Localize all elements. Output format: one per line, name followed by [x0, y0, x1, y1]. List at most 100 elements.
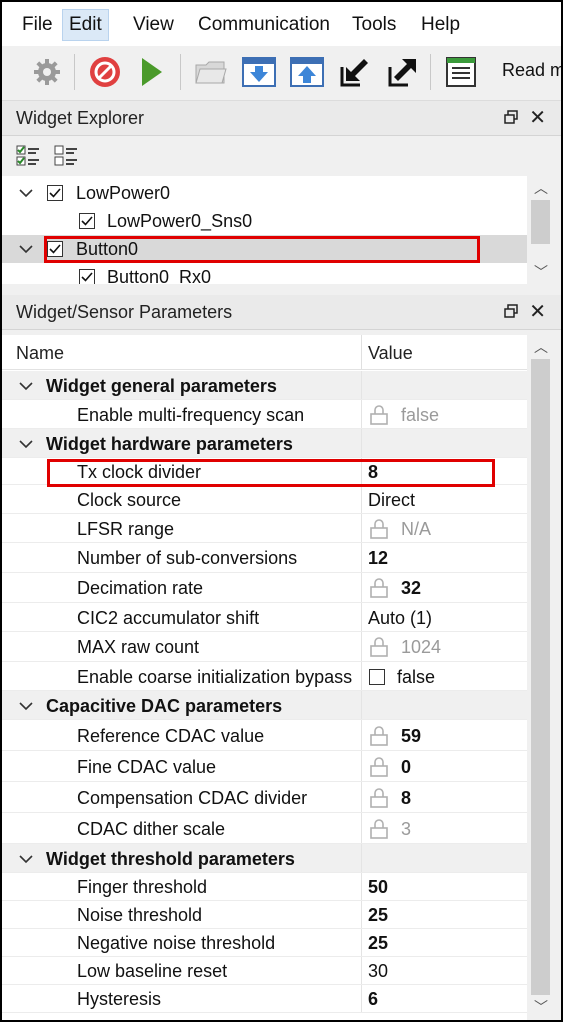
- column-name-header[interactable]: Name: [16, 343, 64, 364]
- checkbox[interactable]: [369, 669, 385, 685]
- widget-explorer-toolbar: [2, 136, 561, 176]
- open-button[interactable]: [190, 52, 232, 92]
- param-value[interactable]: 0: [401, 757, 411, 778]
- param-value[interactable]: Auto (1): [368, 608, 432, 629]
- import-button[interactable]: [334, 52, 376, 92]
- param-row[interactable]: Enable coarse initialization bypass false: [2, 662, 527, 691]
- download-button[interactable]: [238, 52, 280, 92]
- column-value-header[interactable]: Value: [368, 343, 413, 364]
- param-value[interactable]: Direct: [368, 490, 415, 511]
- param-row[interactable]: Number of sub-conversions 12: [2, 543, 527, 573]
- tree-item-lowpower0[interactable]: LowPower0: [2, 179, 527, 207]
- param-row[interactable]: Low baseline reset 30: [2, 957, 527, 985]
- scroll-up-icon[interactable]: ︿: [531, 178, 551, 198]
- param-row[interactable]: Tx clock divider 8: [2, 458, 527, 485]
- param-row[interactable]: Negative noise threshold 25: [2, 929, 527, 957]
- chevron-down-icon[interactable]: [18, 436, 34, 452]
- checkbox[interactable]: [79, 269, 95, 284]
- param-value[interactable]: false: [397, 667, 435, 688]
- param-row[interactable]: MAX raw count 1024: [2, 632, 527, 662]
- float-icon[interactable]: [504, 110, 518, 124]
- tree-item-button0-rx0[interactable]: Button0_Rx0: [2, 263, 527, 284]
- param-value[interactable]: 25: [368, 933, 388, 954]
- param-group-row[interactable]: Widget threshold parameters: [2, 844, 527, 873]
- check-all-icon[interactable]: [16, 144, 40, 168]
- param-row[interactable]: Enable multi-frequency scan false: [2, 400, 527, 429]
- tree-item-label: LowPower0: [76, 183, 171, 203]
- chevron-down-icon[interactable]: [18, 851, 34, 867]
- menu-help[interactable]: Help: [415, 10, 466, 40]
- params-header: Widget/Sensor Parameters ✕: [2, 295, 561, 330]
- toolbar-read-label[interactable]: Read m: [502, 60, 561, 81]
- stop-button[interactable]: [84, 52, 126, 92]
- param-row[interactable]: Clock source Direct: [2, 485, 527, 514]
- chevron-down-icon[interactable]: [18, 378, 34, 394]
- chevron-down-icon[interactable]: [18, 185, 34, 201]
- param-name: Enable coarse initialization bypass: [77, 667, 353, 687]
- gear-icon: [34, 59, 60, 85]
- tree-item-label: Button0_Rx0: [107, 267, 212, 284]
- chevron-down-icon[interactable]: [18, 698, 34, 714]
- float-icon[interactable]: [504, 304, 518, 318]
- close-icon[interactable]: ✕: [529, 105, 546, 130]
- param-row[interactable]: Compensation CDAC divider 8: [2, 782, 527, 813]
- params-column-header: Name Value: [2, 335, 527, 370]
- checkbox[interactable]: [79, 213, 95, 229]
- param-name: Number of sub-conversions: [77, 548, 298, 568]
- menu-communication[interactable]: Communication: [192, 10, 336, 40]
- widget-tree-scrollbar[interactable]: ︿ ﹀: [527, 176, 554, 284]
- import-arrow-icon: [340, 59, 368, 87]
- params-table: Widget general parameters Enable multi-fr…: [2, 370, 527, 1020]
- uncheck-all-icon[interactable]: [54, 144, 78, 168]
- param-group-label: Widget hardware parameters: [46, 434, 293, 454]
- param-row[interactable]: CIC2 accumulator shift Auto (1): [2, 603, 527, 632]
- log-button[interactable]: [440, 52, 482, 92]
- param-value[interactable]: 6: [368, 989, 378, 1010]
- scroll-up-icon[interactable]: ︿: [531, 337, 551, 357]
- menu-edit[interactable]: Edit: [62, 9, 109, 41]
- scroll-down-icon[interactable]: ﹀: [531, 997, 551, 1017]
- param-row[interactable]: Reference CDAC value 59: [2, 720, 527, 751]
- settings-button[interactable]: [26, 52, 68, 92]
- param-group-row[interactable]: Capacitive DAC parameters: [2, 691, 527, 720]
- export-button[interactable]: [382, 52, 424, 92]
- scroll-thumb[interactable]: [531, 200, 550, 244]
- param-group-row[interactable]: Widget general parameters: [2, 371, 527, 400]
- menu-file[interactable]: File: [16, 10, 59, 40]
- param-name: Fine CDAC value: [77, 757, 217, 777]
- param-value[interactable]: 50: [368, 877, 388, 898]
- param-row[interactable]: Hysteresis 6: [2, 985, 527, 1013]
- param-name: Noise threshold: [77, 905, 203, 925]
- param-row[interactable]: LFSR range N/A: [2, 514, 527, 543]
- param-row[interactable]: Noise threshold 25: [2, 901, 527, 929]
- scroll-down-icon[interactable]: ﹀: [531, 262, 551, 282]
- lock-icon: [370, 726, 388, 746]
- close-icon[interactable]: ✕: [529, 299, 546, 324]
- param-row[interactable]: CDAC dither scale 3: [2, 813, 527, 844]
- chevron-down-icon[interactable]: [18, 241, 34, 257]
- param-name: Hysteresis: [77, 989, 162, 1009]
- menu-view[interactable]: View: [127, 10, 180, 40]
- scroll-thumb[interactable]: [531, 359, 550, 995]
- param-value[interactable]: 59: [401, 726, 421, 747]
- lock-icon: [370, 819, 388, 839]
- param-value[interactable]: 32: [401, 578, 421, 599]
- param-value[interactable]: 8: [401, 788, 411, 809]
- param-value[interactable]: 25: [368, 905, 388, 926]
- tree-item-lowpower0-sns0[interactable]: LowPower0_Sns0: [2, 207, 527, 235]
- checkbox[interactable]: [47, 185, 63, 201]
- tree-item-button0[interactable]: Button0: [2, 235, 527, 263]
- param-value[interactable]: 30: [368, 961, 388, 982]
- params-scrollbar[interactable]: ︿ ﹀: [527, 335, 554, 1019]
- param-value[interactable]: 8: [368, 462, 378, 483]
- menu-tools[interactable]: Tools: [346, 10, 402, 40]
- param-name: Low baseline reset: [77, 961, 228, 981]
- param-row[interactable]: Decimation rate 32: [2, 573, 527, 603]
- param-row[interactable]: Finger threshold 50: [2, 873, 527, 901]
- checkbox[interactable]: [47, 241, 63, 257]
- param-value[interactable]: 12: [368, 548, 388, 569]
- run-button[interactable]: [130, 52, 172, 92]
- upload-button[interactable]: [286, 52, 328, 92]
- param-row[interactable]: Fine CDAC value 0: [2, 751, 527, 782]
- param-group-row[interactable]: Widget hardware parameters: [2, 429, 527, 458]
